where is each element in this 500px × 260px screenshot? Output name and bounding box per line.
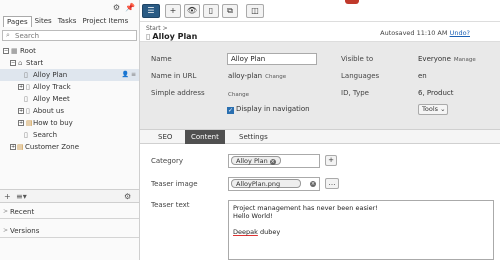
url-label: Name in URL	[151, 72, 197, 80]
simple-address-label: Simple address	[151, 89, 205, 97]
gear-icon[interactable]: ⚙	[124, 192, 131, 201]
id-type-label: ID, Type	[341, 89, 369, 97]
check-icon: ✓	[227, 107, 234, 114]
folder-icon: ▤	[26, 119, 33, 127]
row-actions-icon[interactable]: 👤 ≡	[122, 69, 136, 81]
category-label: Category	[151, 157, 183, 165]
chevron-down-icon: ⌄	[440, 105, 446, 113]
page-icon: ▯	[146, 32, 151, 41]
expand-icon[interactable]: +	[18, 108, 24, 114]
teaser-image-label: Teaser image	[151, 180, 198, 188]
tree-item-customer-zone[interactable]: + ▤ Customer Zone	[0, 141, 139, 153]
chevron-right-icon: >	[3, 208, 9, 215]
search-input[interactable]	[15, 32, 133, 40]
gadget-recent[interactable]: > Recent	[0, 205, 139, 219]
gadget-versions[interactable]: > Versions	[0, 224, 139, 238]
change-address-link[interactable]: Change	[228, 92, 249, 98]
search-icon: ⌕	[6, 31, 10, 39]
page-header: Start > ▯ Alloy Plan Autosaved 11:10 AM U…	[140, 22, 500, 42]
tab-seo[interactable]: SEO	[152, 130, 178, 144]
languages-value: en	[418, 72, 427, 80]
pane-tabs: Pages Sites Tasks Project Items	[3, 16, 131, 27]
editor-toolbar: ☰ + 👁 ▯ ⧉ ◫	[140, 0, 500, 22]
tree-item-root[interactable]: − ▦ Root	[0, 45, 139, 57]
tab-tasks[interactable]: Tasks	[55, 16, 80, 27]
autosave-status: Autosaved 11:10 AM Undo?	[380, 29, 470, 37]
tab-sites[interactable]: Sites	[32, 16, 55, 27]
tree-item-about-us[interactable]: + ▯ About us	[0, 105, 139, 117]
undo-link[interactable]: Undo?	[450, 29, 470, 37]
teaser-image-value: AlloyPlan.png	[231, 179, 301, 188]
tree-item-alloy-track[interactable]: + ▯ Alloy Track	[0, 81, 139, 93]
tab-pages[interactable]: Pages	[3, 16, 32, 27]
home-icon: ⌂	[18, 59, 23, 67]
root-icon: ▦	[11, 47, 18, 55]
visible-to-label: Visible to	[341, 55, 374, 63]
notification-tab[interactable]	[345, 0, 359, 4]
device-button[interactable]: ▯	[203, 4, 219, 18]
page-icon: ▯	[24, 131, 28, 139]
tree-item-start[interactable]: − ⌂ Start	[0, 57, 139, 69]
properties-panel: Name Name in URL alloy-planChange Simple…	[140, 42, 500, 130]
add-button[interactable]: +	[165, 4, 181, 18]
page-icon: ▯	[26, 83, 30, 91]
browse-image-button[interactable]: …	[325, 178, 339, 189]
pane-toggle-button[interactable]: ☰	[142, 4, 160, 18]
tree-footer-toolbar: + ≡▾ ⚙	[0, 189, 139, 203]
name-field[interactable]	[227, 53, 317, 65]
expand-icon[interactable]: +	[10, 144, 16, 150]
languages-label: Languages	[341, 72, 380, 80]
collapse-icon[interactable]: −	[3, 48, 9, 54]
remove-icon[interactable]: ×	[269, 159, 276, 165]
tab-project-items[interactable]: Project Items	[79, 16, 131, 27]
signature-line: Deepak dubey	[233, 228, 281, 236]
manage-link[interactable]: Manage	[454, 57, 476, 63]
visible-to-value: Everyone Manage	[418, 55, 476, 63]
page-icon: ▯	[24, 95, 28, 103]
add-icon[interactable]: +	[4, 192, 11, 201]
tab-content[interactable]: Content	[185, 130, 225, 144]
pane-top-icons: ⚙ 📌	[113, 3, 135, 12]
expand-icon[interactable]: +	[18, 120, 24, 126]
page-icon: ▯	[24, 71, 28, 79]
preview-button[interactable]: 👁	[184, 4, 200, 18]
view-mode-button[interactable]: ◫	[246, 4, 264, 18]
expand-icon[interactable]: +	[18, 84, 24, 90]
tree-item-alloy-meet[interactable]: ▯ Alloy Meet	[0, 93, 139, 105]
navigation-pane: ⚙ 📌 Pages Sites Tasks Project Items ⌕ − …	[0, 0, 140, 260]
teaser-text-editor[interactable]: Project management has never been easier…	[228, 200, 494, 260]
category-tag: Alloy Plan ×	[231, 156, 281, 165]
clear-icon[interactable]: ×	[310, 181, 316, 187]
tree-item-search[interactable]: ▯ Search	[0, 129, 139, 141]
page-title: ▯ Alloy Plan	[146, 32, 198, 41]
chevron-right-icon: >	[3, 227, 9, 234]
name-label: Name	[151, 55, 172, 63]
add-category-button[interactable]: +	[325, 155, 337, 166]
breadcrumb[interactable]: Start >	[146, 25, 168, 32]
content-tabs: SEO Content Settings	[140, 130, 500, 144]
tree-item-alloy-plan[interactable]: ▯ Alloy Plan 👤 ≡	[0, 69, 139, 81]
tools-dropdown[interactable]: Tools ⌄	[418, 104, 448, 115]
tree-item-how-to-buy[interactable]: + ▤ How to buy	[0, 117, 139, 129]
collapse-icon[interactable]: −	[10, 60, 16, 66]
url-value: alloy-plan Change	[228, 72, 287, 80]
display-in-navigation-checkbox[interactable]: ✓ Display in navigation	[227, 105, 310, 114]
tab-settings[interactable]: Settings	[233, 130, 274, 144]
change-url-link[interactable]: Change	[265, 74, 286, 80]
id-type-value: 6, Product	[418, 89, 454, 97]
page-icon: ▯	[26, 107, 30, 115]
search-box: ⌕	[2, 30, 137, 41]
compare-button[interactable]: ⧉	[222, 4, 238, 18]
list-menu-icon[interactable]: ≡▾	[16, 192, 27, 201]
gear-icon[interactable]: ⚙	[113, 3, 120, 12]
teaser-text-label: Teaser text	[151, 201, 190, 209]
folder-icon: ▤	[17, 143, 24, 151]
pin-icon[interactable]: 📌	[125, 3, 135, 12]
content-form: Category Alloy Plan × + Teaser image Allo…	[140, 144, 500, 260]
